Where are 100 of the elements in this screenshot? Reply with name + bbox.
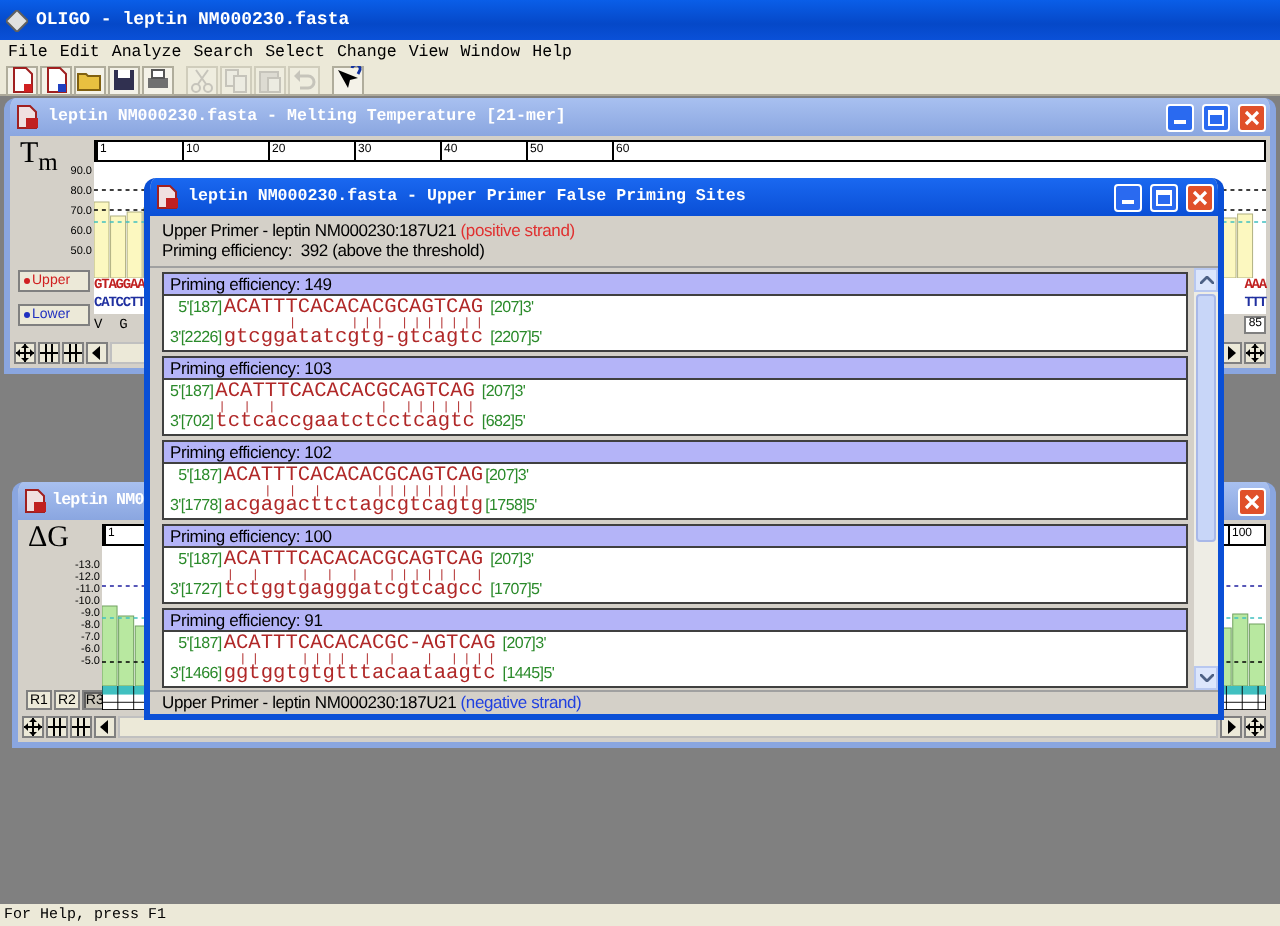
toolbar-button[interactable]	[142, 65, 174, 95]
scroll-left-button[interactable]	[86, 341, 108, 363]
minimize-icon	[1174, 120, 1186, 124]
toolbar-button[interactable]	[40, 65, 72, 95]
primer-start-label: 5'[187]	[178, 466, 222, 486]
primer-end-label: [207]3'	[485, 466, 529, 486]
scroll-down-button[interactable]	[1194, 666, 1218, 690]
target-end-label: [1707]5'	[490, 580, 542, 600]
menu-item[interactable]: Select	[265, 44, 325, 62]
target-sequence: acgagacttctagcgtcagtg	[223, 496, 484, 516]
down-caret-icon	[1199, 674, 1213, 682]
move-icon	[16, 343, 34, 361]
primer-start-label: 5'[187]	[178, 634, 222, 654]
primer-sequence: ACATTTCACACACGC-AGTCAG	[223, 634, 498, 654]
close-button[interactable]	[1238, 487, 1266, 515]
target-start-label: 3'[1778]	[170, 496, 222, 516]
toolbar-button[interactable]	[6, 65, 38, 95]
columns-button[interactable]	[38, 341, 60, 363]
move-icon	[1246, 343, 1264, 361]
maximize-button[interactable]	[1150, 183, 1178, 211]
close-icon	[1244, 109, 1260, 125]
new-document-icon	[42, 66, 70, 94]
close-button[interactable]	[1186, 183, 1214, 211]
columns-button[interactable]	[70, 715, 92, 737]
primer-sequence: ACATTTCACACACGCAGTCAG	[223, 466, 484, 486]
window-title: leptin NM000230.fasta - Melting Temperature [21-mer]	[48, 108, 566, 126]
primer-end-label: [207]3'	[481, 382, 526, 402]
left-arrow-icon	[92, 345, 102, 359]
axis-label: ΔG	[26, 524, 69, 552]
columns-button[interactable]	[46, 715, 68, 737]
printer-icon	[144, 66, 172, 94]
menu-item[interactable]: Window	[460, 44, 521, 62]
priming-efficiency-heading: Priming efficiency: 102	[164, 442, 1186, 464]
close-icon	[1192, 189, 1208, 205]
columns-icon	[64, 343, 82, 361]
maximize-icon	[1156, 189, 1172, 205]
menu-item[interactable]: View	[408, 44, 449, 62]
menu-item[interactable]: Help	[532, 44, 573, 62]
target-sequence: tctcaccgaatctcctcagtc	[215, 412, 477, 432]
document-icon	[16, 104, 40, 130]
menu-item[interactable]: Change	[336, 44, 397, 62]
priming-efficiency-heading: Priming efficiency: 103	[164, 358, 1186, 380]
paste-icon	[256, 66, 284, 94]
close-button[interactable]	[1238, 103, 1266, 131]
target-start-label: 3'[1727]	[170, 580, 222, 600]
primer-end-label: [207]3'	[502, 634, 546, 654]
scroll-left-button[interactable]	[94, 715, 116, 737]
columns-button[interactable]	[62, 341, 84, 363]
columns-icon	[40, 343, 58, 361]
move-button[interactable]	[14, 341, 36, 363]
primer-end-label: [207]3'	[490, 550, 534, 570]
up-caret-icon	[1199, 276, 1213, 284]
menu-item[interactable]: Search	[193, 44, 254, 62]
toolbar-button[interactable]	[332, 65, 364, 95]
priming-efficiency-heading: Priming efficiency: 100	[164, 526, 1186, 548]
toolbar-button[interactable]	[108, 65, 140, 95]
target-start-label: 3'[1466]	[170, 664, 222, 684]
target-end-label: [1758]5'	[485, 496, 537, 516]
close-icon	[1244, 493, 1260, 509]
move-button[interactable]	[1244, 341, 1266, 363]
scroll-right-button[interactable]	[1220, 715, 1242, 737]
move-button[interactable]	[1244, 715, 1266, 737]
scissors-icon	[188, 66, 216, 94]
primer-sequence: ACATTTCACACACGCAGTCAG	[215, 382, 477, 402]
target-end-label: [682]5'	[481, 412, 526, 432]
copy-icon	[222, 66, 250, 94]
document-icon	[24, 488, 48, 514]
maximize-icon	[1208, 109, 1224, 125]
right-arrow-icon	[1226, 719, 1236, 733]
menu-item[interactable]: Analyze	[111, 44, 182, 62]
scroll-thumb[interactable]	[1196, 294, 1216, 542]
move-button[interactable]	[22, 715, 44, 737]
scroll-up-button[interactable]	[1194, 268, 1218, 292]
primer-sequence: ACATTTCACACACGCAGTCAG	[223, 298, 486, 318]
target-start-label: 3'[702]	[170, 412, 214, 432]
columns-icon	[48, 717, 66, 735]
undo-icon	[290, 66, 318, 94]
minimize-button[interactable]	[1114, 183, 1142, 211]
app-logo-icon	[6, 9, 28, 31]
priming-efficiency-heading: Priming efficiency: 91	[164, 610, 1186, 632]
primer-sequence: ACATTTCACACACGCAGTCAG	[223, 550, 486, 570]
priming-efficiency-info: Priming efficiency: 392 (above the threshold)	[162, 240, 485, 260]
document-icon	[156, 184, 180, 210]
primer-start-label: 5'[187]	[170, 382, 214, 402]
window-title: leptin NM0	[52, 492, 144, 510]
menu-item[interactable]: File	[8, 44, 48, 62]
maximize-button[interactable]	[1202, 103, 1230, 131]
primer-end-label: [207]3'	[490, 298, 534, 318]
primer-info: Upper Primer - leptin NM000230:187U21 (negative strand)	[162, 692, 582, 712]
target-sequence: gtcggatatcgtg-gtcagtc	[223, 328, 486, 348]
primer-start-label: 5'[187]	[178, 298, 222, 318]
vertical-scrollbar[interactable]	[1194, 268, 1218, 690]
axis-label: T$_{m}$	[18, 140, 58, 168]
move-icon	[24, 717, 42, 735]
minimize-button[interactable]	[1166, 103, 1194, 131]
new-document-icon	[8, 66, 36, 94]
minimize-icon	[1122, 200, 1134, 204]
menu-item[interactable]: Edit	[59, 44, 100, 62]
priming-efficiency-heading: Priming efficiency: 149	[164, 274, 1186, 296]
target-end-label: [1445]5'	[502, 664, 555, 684]
